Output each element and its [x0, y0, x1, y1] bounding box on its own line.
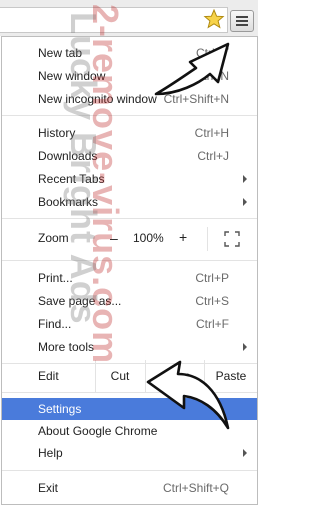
edit-label: Edit — [38, 369, 59, 383]
menu-item-history[interactable]: History Ctrl+H — [2, 122, 257, 144]
zoom-out-button[interactable]: – — [110, 230, 118, 246]
zoom-row: Zoom – 100% + — [2, 224, 257, 254]
submenu-arrow-icon — [243, 343, 247, 351]
menu-item-shortcut: Ctrl+P — [195, 271, 229, 285]
menu-item-label: Exit — [38, 481, 59, 495]
menu-item-shortcut: Ctrl+H — [194, 126, 229, 140]
menu-item-recent-tabs[interactable]: Recent Tabs — [2, 168, 257, 190]
submenu-arrow-icon — [243, 175, 247, 183]
menu-item-bookmarks[interactable]: Bookmarks — [2, 191, 257, 213]
menu-item-shortcut: Ctrl+S — [195, 294, 229, 308]
menu-item-help[interactable]: Help — [2, 442, 257, 464]
menu-item-shortcut: Ctrl+Shift+Q — [162, 481, 229, 495]
submenu-arrow-icon — [243, 449, 247, 457]
menu-item-more-tools[interactable]: More tools — [2, 336, 257, 358]
cut-button[interactable]: Cut — [96, 360, 144, 392]
star-icon[interactable] — [203, 8, 225, 30]
menu-item-shortcut: Ctrl+J — [197, 149, 229, 163]
menu-item-shortcut: Ctrl+F — [196, 317, 229, 331]
menu-item-find[interactable]: Find... Ctrl+F — [2, 313, 257, 335]
menu-item-label: Help — [38, 446, 63, 460]
menu-item-label: Bookmarks — [38, 195, 99, 209]
menu-item-label: Save page as... — [38, 294, 122, 308]
menu-item-label: More tools — [38, 340, 95, 354]
submenu-arrow-icon — [243, 198, 247, 206]
menu-item-label: Print... — [38, 271, 73, 285]
menu-item-label: New tab — [38, 46, 83, 60]
menu-item-label: New incognito window — [38, 92, 157, 106]
menu-item-label: Recent Tabs — [38, 172, 105, 186]
zoom-divider — [207, 227, 208, 251]
menu-separator — [2, 115, 257, 116]
menu-item-label: Downloads — [38, 149, 98, 163]
pointer-arrow-icon — [154, 42, 230, 96]
menu-separator — [2, 218, 257, 219]
menu-separator — [2, 260, 257, 261]
zoom-label: Zoom — [38, 231, 69, 245]
zoom-level: 100% — [133, 231, 164, 245]
menu-item-print[interactable]: Print... Ctrl+P — [2, 267, 257, 289]
menu-item-label: Find... — [38, 317, 72, 331]
menu-item-downloads[interactable]: Downloads Ctrl+J — [2, 145, 257, 167]
menu-item-label: Settings — [38, 402, 82, 416]
menu-item-label: New window — [38, 69, 106, 83]
menu-item-label: History — [38, 126, 76, 140]
zoom-in-button[interactable]: + — [179, 229, 187, 245]
menu-item-exit[interactable]: Exit Ctrl+Shift+Q — [2, 477, 257, 499]
menu-separator — [2, 470, 257, 471]
menu-item-save-page[interactable]: Save page as... Ctrl+S — [2, 290, 257, 312]
fullscreen-icon[interactable] — [224, 231, 240, 247]
pointer-arrow-icon — [146, 360, 230, 430]
